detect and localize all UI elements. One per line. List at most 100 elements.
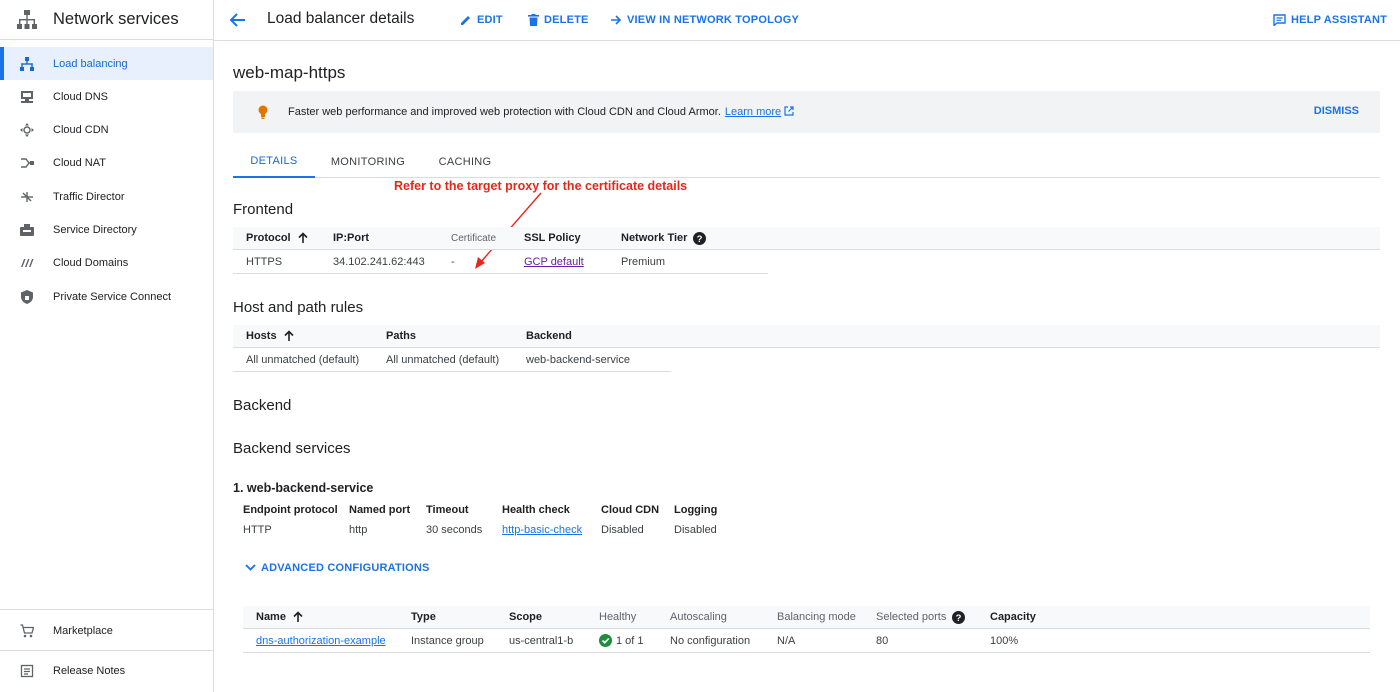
prop-value: HTTP: [243, 524, 272, 536]
chevron-down-icon: [245, 564, 256, 571]
prop-value: http: [349, 524, 368, 536]
cell-hosts: All unmatched (default): [246, 353, 360, 366]
host-path-rules-heading: Host and path rules: [233, 299, 364, 316]
cell-healthy: 1 of 1: [599, 629, 644, 652]
edit-button-label: EDIT: [477, 14, 503, 26]
main-content: web-map-https Faster web performance and…: [214, 41, 1400, 692]
advanced-configurations-label: ADVANCED CONFIGURATIONS: [261, 561, 430, 574]
prop-cloud-cdn: Cloud CDN Disabled: [601, 504, 659, 536]
column-header-label: Network Tier: [621, 232, 688, 244]
pencil-icon: [461, 16, 470, 25]
table-header-row: Hosts Paths Backend: [233, 325, 1380, 348]
chat-icon: [1273, 14, 1286, 26]
external-link-icon: [784, 106, 794, 116]
prop-logging: Logging Disabled: [674, 504, 717, 536]
column-header-balancing-mode: Balancing mode: [777, 611, 856, 623]
notes-icon: [19, 663, 35, 679]
sort-arrow-up-icon: [283, 330, 294, 341]
sidebar-item-marketplace[interactable]: Marketplace: [0, 614, 213, 647]
help-icon[interactable]: ?: [693, 231, 707, 245]
frontend-table: Protocol IP:Port Certificate SSL Policy …: [233, 227, 1380, 275]
delete-button[interactable]: DELETE: [528, 12, 589, 28]
backend-heading: Backend: [233, 397, 292, 414]
column-header-label: Name: [256, 611, 286, 623]
sidebar-item-cloud-dns[interactable]: Cloud DNS: [0, 80, 213, 113]
sidebar-item-service-directory[interactable]: Service Directory: [0, 213, 213, 246]
cell-selected-ports: 80: [876, 634, 889, 647]
prop-named-port: Named port http: [349, 504, 410, 536]
tab-monitoring[interactable]: MONITORING: [326, 146, 410, 177]
banner-message: Faster web performance and improved web …: [288, 106, 794, 118]
sidebar-item-label: Marketplace: [53, 624, 113, 637]
delete-button-label: DELETE: [544, 14, 589, 26]
column-header-label: Hosts: [246, 330, 277, 342]
table-row: All unmatched (default) All unmatched (d…: [233, 348, 671, 372]
dismiss-button[interactable]: DISMISS: [1314, 105, 1359, 117]
column-header-protocol[interactable]: Protocol: [246, 227, 309, 249]
sidebar: Network services Load balancing Cloud DN…: [0, 0, 214, 692]
edit-button[interactable]: EDIT: [460, 12, 503, 28]
sidebar-item-label: Private Service Connect: [53, 290, 171, 303]
cell-scope: us-central1-b: [509, 634, 574, 647]
table-header-row: Protocol IP:Port Certificate SSL Policy …: [233, 227, 1380, 250]
prop-endpoint-protocol: Endpoint protocol HTTP: [243, 504, 338, 536]
healthy-count: 1 of 1: [616, 634, 644, 647]
sidebar-item-traffic-director[interactable]: Traffic Director: [0, 180, 213, 213]
health-check-link[interactable]: http-basic-check: [502, 524, 582, 536]
back-arrow-icon[interactable]: [228, 10, 248, 30]
prop-label: Named port: [349, 504, 411, 516]
prop-value: 30 seconds: [426, 524, 483, 536]
sidebar-item-cloud-cdn[interactable]: Cloud CDN: [0, 113, 213, 146]
column-header-network-tier: Network Tier ?: [621, 227, 707, 249]
frontend-heading: Frontend: [233, 201, 294, 218]
column-header-name[interactable]: Name: [256, 606, 304, 628]
sidebar-item-label: Cloud NAT: [53, 156, 106, 169]
sidebar-title: Network services: [53, 10, 179, 28]
sidebar-item-label: Traffic Director: [53, 190, 125, 203]
prop-label: Health check: [502, 504, 570, 516]
sidebar-item-release-notes[interactable]: Release Notes: [0, 654, 213, 687]
tab-caching[interactable]: CACHING: [430, 146, 500, 177]
column-header-selected-ports: Selected ports ?: [876, 606, 966, 628]
cell-ip-port: 34.102.241.62:443: [333, 255, 425, 268]
arrow-right-icon: [611, 15, 622, 25]
cell-autoscaling: No configuration: [670, 634, 751, 647]
lightbulb-icon: [258, 105, 268, 119]
nat-icon: [19, 155, 35, 171]
prop-value: Disabled: [674, 524, 717, 536]
dns-icon: [19, 89, 35, 105]
backend-instances-table: Name Type Scope Healthy Autoscaling Bala…: [243, 606, 1370, 654]
tab-details[interactable]: DETAILS: [233, 146, 315, 178]
help-icon[interactable]: ?: [952, 610, 966, 624]
sidebar-item-cloud-domains[interactable]: Cloud Domains: [0, 246, 213, 279]
sidebar-item-label: Cloud DNS: [53, 90, 109, 103]
view-network-topology-button[interactable]: VIEW IN NETWORK TOPOLOGY: [610, 12, 799, 28]
advanced-configurations-toggle[interactable]: ADVANCED CONFIGURATIONS: [244, 561, 430, 574]
cell-certificate: -: [451, 255, 455, 268]
column-header-hosts[interactable]: Hosts: [246, 325, 295, 347]
column-header-backend: Backend: [526, 330, 572, 342]
sidebar-item-label: Cloud CDN: [53, 123, 109, 136]
ssl-policy-link[interactable]: GCP default: [524, 256, 584, 268]
learn-more-link[interactable]: Learn more: [725, 106, 781, 118]
sidebar-item-private-service-connect[interactable]: Private Service Connect: [0, 280, 213, 313]
help-assistant-button[interactable]: HELP ASSISTANT: [1273, 12, 1387, 28]
cell-type: Instance group: [411, 634, 484, 647]
column-header-label: Protocol: [246, 232, 291, 244]
column-header-type: Type: [411, 611, 436, 623]
traffic-director-icon: [19, 189, 35, 205]
trash-icon: [528, 14, 539, 26]
help-assistant-label: HELP ASSISTANT: [1291, 14, 1388, 26]
prop-health-check: Health check http-basic-check: [502, 504, 582, 536]
banner-text: Faster web performance and improved web …: [288, 106, 721, 118]
sidebar-divider: [0, 650, 213, 651]
sidebar-item-cloud-nat[interactable]: Cloud NAT: [0, 146, 213, 179]
instance-group-link[interactable]: dns-authorization-example: [256, 635, 386, 647]
prop-label: Timeout: [426, 504, 469, 516]
sidebar-item-load-balancing[interactable]: Load balancing: [0, 47, 213, 80]
load-balancing-icon: [19, 56, 35, 72]
column-header-scope: Scope: [509, 611, 543, 623]
column-header-capacity: Capacity: [990, 611, 1036, 623]
learn-more-label: Learn more: [724, 106, 782, 118]
page-title: Load balancer details: [267, 10, 415, 27]
